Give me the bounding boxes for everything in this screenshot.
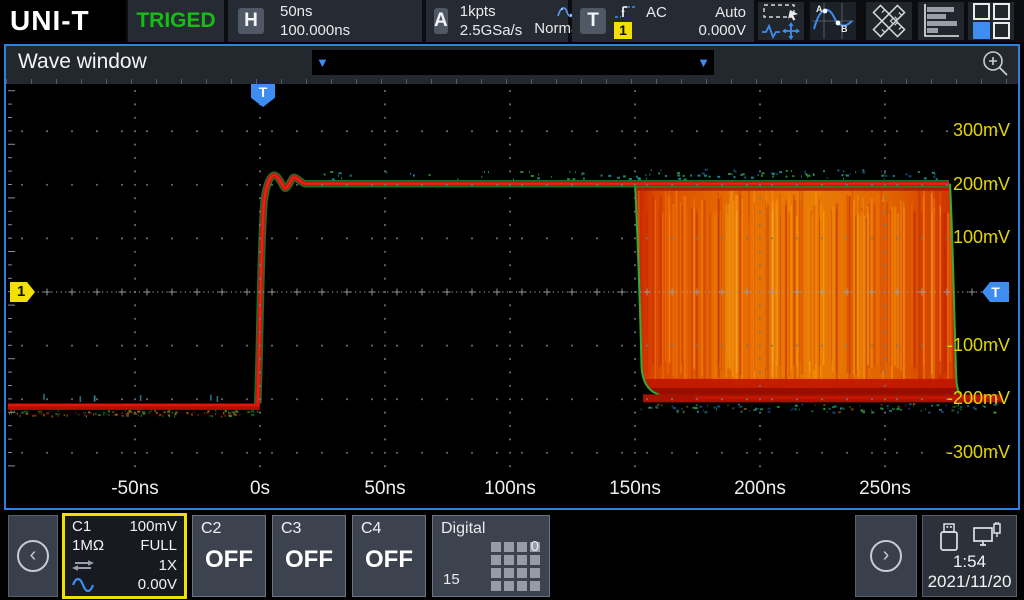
chevron-left-icon: ‹ bbox=[17, 540, 49, 572]
trigger-settings-button[interactable]: T AC Auto 1 0.000V bbox=[572, 0, 754, 42]
cursor-ab-button[interactable]: A B bbox=[810, 2, 856, 40]
trigger-level-value: 0.000V bbox=[675, 22, 746, 39]
channel2-panel[interactable]: C2 OFF bbox=[192, 515, 266, 597]
zoom-in-icon[interactable] bbox=[980, 49, 1010, 77]
digital-last-channel: 15 bbox=[443, 571, 460, 588]
acquire-settings-button[interactable]: A 1kpts 2.5GSa/s Normal bbox=[426, 0, 568, 42]
x-axis-label: -50ns bbox=[111, 478, 159, 500]
x-axis-label: 50ns bbox=[364, 478, 405, 500]
scroll-right-button[interactable]: › bbox=[855, 515, 917, 597]
measure-button[interactable] bbox=[866, 2, 912, 40]
cursor-ab-icon: A B bbox=[812, 3, 854, 39]
sample-rate-value: 2.5GSa/s bbox=[460, 23, 523, 39]
scroll-left-button[interactable]: ‹ bbox=[8, 515, 58, 597]
waveform-display-area[interactable]: 1 T T 300mV200mV100mV-100mV-200mV-300mV-… bbox=[8, 84, 1012, 474]
x-axis-label: 0s bbox=[250, 478, 270, 500]
trigger-key[interactable]: T bbox=[580, 8, 606, 34]
svg-text:B: B bbox=[841, 24, 848, 34]
bottom-channel-bar: ‹ C1 100mV 1MΩ FULL 1X bbox=[0, 512, 1024, 600]
channel2-state: OFF bbox=[201, 546, 257, 574]
channel2-id: C2 bbox=[201, 520, 257, 538]
usb-device-icon bbox=[938, 522, 960, 552]
dropdown-arrow-right-icon: ▼ bbox=[697, 56, 710, 69]
y-axis-label: 100mV bbox=[938, 227, 1010, 248]
x-axis-label: 150ns bbox=[609, 478, 661, 500]
channel1-probe: 1X bbox=[159, 557, 177, 575]
channel1-id: C1 bbox=[72, 518, 91, 536]
channel1-panel[interactable]: C1 100mV 1MΩ FULL 1X 0.00V bbox=[62, 513, 187, 599]
horizontal-settings-button[interactable]: H 50ns 100.000ns bbox=[228, 0, 422, 42]
y-axis-label: 200mV bbox=[938, 174, 1010, 195]
results-list-icon bbox=[921, 3, 961, 39]
display-layout-button[interactable] bbox=[968, 2, 1014, 40]
channel1-impedance: 1MΩ bbox=[72, 537, 104, 555]
horizontal-offset-value: 100.000ns bbox=[280, 23, 350, 39]
trigger-coupling-value: AC bbox=[646, 4, 667, 21]
dropdown-arrow-left-icon: ▼ bbox=[316, 56, 329, 69]
y-axis-label: 300mV bbox=[938, 120, 1010, 141]
memory-depth-value: 1kpts bbox=[460, 4, 523, 20]
x-axis-label: 100ns bbox=[484, 478, 536, 500]
y-axis-label: -300mV bbox=[938, 442, 1010, 463]
waveform-move-icon bbox=[762, 22, 800, 40]
measure-results-button[interactable] bbox=[918, 2, 964, 40]
channel1-bandwidth: FULL bbox=[140, 537, 177, 555]
waveform-canvas[interactable] bbox=[8, 84, 1012, 474]
horizontal-key[interactable]: H bbox=[238, 8, 264, 34]
coupling-icon bbox=[72, 560, 94, 571]
lan-connection-icon bbox=[973, 522, 1001, 552]
x-axis-label: 200ns bbox=[734, 478, 786, 500]
channel1-offset: 0.00V bbox=[138, 576, 177, 594]
channel4-state: OFF bbox=[361, 546, 417, 574]
channel3-state: OFF bbox=[281, 546, 337, 574]
svg-text:A: A bbox=[816, 4, 823, 14]
select-cursor-icon bbox=[764, 5, 798, 21]
x-axis-label: 250ns bbox=[859, 478, 911, 500]
measure-rulers-icon bbox=[869, 2, 909, 40]
channel1-sine-icon bbox=[72, 578, 94, 592]
trigger-sweep-value: Auto bbox=[675, 4, 746, 21]
digital-label: Digital bbox=[441, 520, 485, 538]
top-status-bar: UNI-T TRIGED H 50ns 100.000ns A 1kpts 2.… bbox=[0, 0, 1024, 42]
channel4-id: C4 bbox=[361, 520, 417, 538]
oscilloscope-screen: UNI-T TRIGED H 50ns 100.000ns A 1kpts 2.… bbox=[0, 0, 1024, 600]
digital-channels-panel[interactable]: Digital 0 15 bbox=[432, 515, 550, 597]
trigger-edge-icon bbox=[614, 4, 638, 20]
selection-tools-button[interactable] bbox=[758, 2, 804, 40]
channel3-id: C3 bbox=[281, 520, 337, 538]
display-grid-icon bbox=[971, 2, 1011, 40]
brand-logo: UNI-T bbox=[0, 0, 126, 42]
digital-first-channel: 0 bbox=[531, 538, 539, 555]
wave-source-dropdown[interactable]: ▼ ▼ bbox=[312, 50, 714, 75]
timebase-value: 50ns bbox=[280, 4, 350, 20]
system-date: 2021/11/20 bbox=[923, 572, 1016, 592]
channel1-scale: 100mV bbox=[129, 518, 177, 536]
system-status-panel: 1:54 2021/11/20 bbox=[922, 515, 1017, 597]
trigger-source-badge: 1 bbox=[614, 22, 632, 39]
trigger-status-indicator: TRIGED bbox=[128, 0, 224, 42]
y-axis-label: -100mV bbox=[938, 335, 1010, 356]
chevron-right-icon: › bbox=[870, 540, 902, 572]
acquire-key[interactable]: A bbox=[434, 8, 448, 34]
wave-window-title: Wave window bbox=[18, 50, 147, 74]
wave-window-titlebar: Wave window ▼ ▼ bbox=[6, 46, 1018, 79]
channel3-panel[interactable]: C3 OFF bbox=[272, 515, 346, 597]
brand-text: UNI-T bbox=[10, 5, 90, 37]
system-time: 1:54 bbox=[923, 552, 1016, 572]
y-axis-label: -200mV bbox=[938, 388, 1010, 409]
channel4-panel[interactable]: C4 OFF bbox=[352, 515, 426, 597]
